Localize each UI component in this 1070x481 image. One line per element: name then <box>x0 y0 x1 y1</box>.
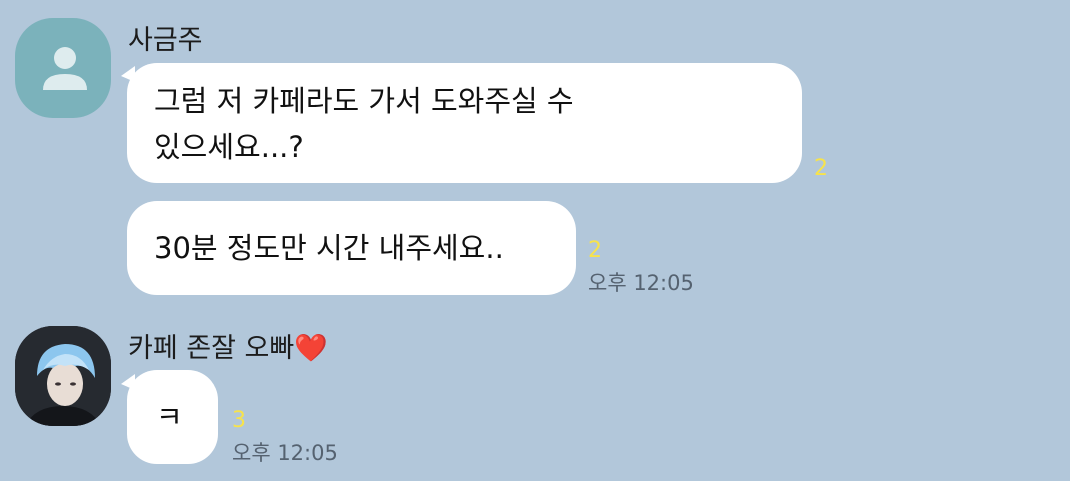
unread-count: 2 <box>814 156 828 181</box>
avatar[interactable] <box>15 18 111 118</box>
message-text: 그럼 저 카페라도 가서 도와주실 수 <box>154 84 574 118</box>
message-bubble[interactable]: ㅋ <box>127 370 218 464</box>
sender-name-text: 카페 존잘 오빠 <box>128 333 295 364</box>
sender-name: 카페 존잘 오빠❤️ <box>128 326 328 365</box>
profile-photo-icon <box>15 326 111 426</box>
sender-name: 사금주 <box>128 25 203 56</box>
unread-count: 3 <box>232 408 246 433</box>
timestamp: 오후 12:05 <box>232 441 338 465</box>
message-text: ㅋ <box>156 400 183 434</box>
message-bubble[interactable]: 그럼 저 카페라도 가서 도와주실 수 있으세요...? <box>127 63 802 183</box>
message-text: 있으세요...? <box>154 130 304 164</box>
unread-count: 2 <box>588 238 602 263</box>
avatar[interactable] <box>15 326 111 426</box>
message-bubble[interactable]: 30분 정도만 시간 내주세요.. <box>127 201 576 295</box>
default-profile-icon <box>43 47 87 90</box>
timestamp: 오후 12:05 <box>588 271 694 295</box>
message-text: 30분 정도만 시간 내주세요.. <box>154 231 504 265</box>
heart-icon: ❤️ <box>294 333 328 364</box>
